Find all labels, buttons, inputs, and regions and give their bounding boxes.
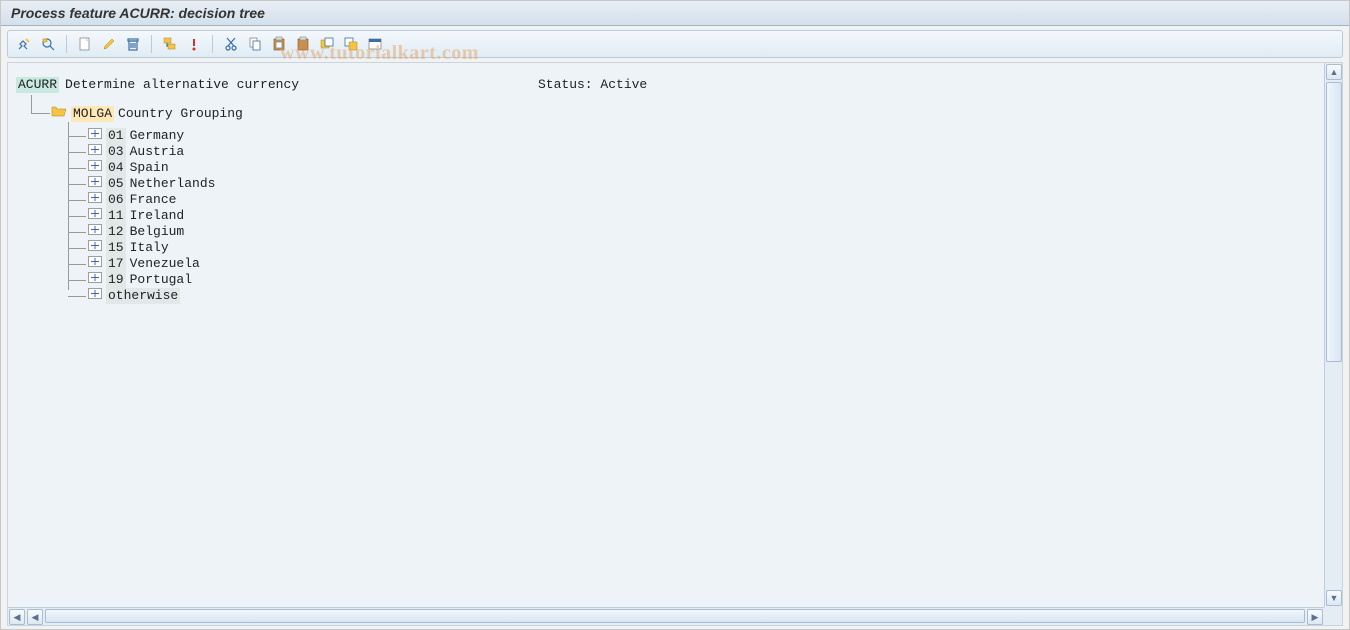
leaf-code: 03 bbox=[106, 144, 126, 160]
leaf-code: 19 bbox=[106, 272, 126, 288]
view-icon[interactable] bbox=[365, 34, 385, 54]
leaf-label: Belgium bbox=[130, 224, 185, 240]
tree-leaf[interactable]: 19Portugal bbox=[68, 272, 1316, 288]
folder-collapsed-icon bbox=[88, 272, 102, 288]
delete-icon[interactable] bbox=[123, 34, 143, 54]
folder-collapsed-icon bbox=[88, 176, 102, 192]
folder-collapsed-icon bbox=[88, 256, 102, 272]
scroll-up-icon[interactable]: ▲ bbox=[1326, 64, 1342, 80]
tree-leaf[interactable]: 03Austria bbox=[68, 144, 1316, 160]
leaf-code: 15 bbox=[106, 240, 126, 256]
clipboard-icon[interactable] bbox=[293, 34, 313, 54]
change-display-icon[interactable] bbox=[14, 34, 34, 54]
expand-subtree-icon[interactable] bbox=[160, 34, 180, 54]
vertical-scrollbar[interactable]: ▲ ▼ bbox=[1324, 63, 1342, 607]
scroll-thumb-h[interactable] bbox=[45, 609, 1305, 623]
tree-root[interactable]: ACURR Determine alternative currency bbox=[16, 77, 1316, 93]
tree-leaf[interactable]: 17Venezuela bbox=[68, 256, 1316, 272]
folder-collapsed-icon bbox=[88, 224, 102, 240]
collapse-icon[interactable] bbox=[184, 34, 204, 54]
folder-collapsed-icon bbox=[88, 288, 102, 304]
toolbar bbox=[7, 30, 1343, 58]
scroll-left-icon[interactable]: ◀ bbox=[9, 609, 25, 625]
folder-open-icon bbox=[51, 105, 67, 122]
leaf-code: 11 bbox=[106, 208, 126, 224]
copy-block-icon[interactable] bbox=[317, 34, 337, 54]
content-area: ACURR Determine alternative currency Sta… bbox=[7, 62, 1343, 626]
paste-icon[interactable] bbox=[269, 34, 289, 54]
feature-description: Determine alternative currency bbox=[65, 77, 299, 93]
tree-leaf[interactable]: otherwise bbox=[68, 288, 1316, 304]
leaf-label: Italy bbox=[130, 240, 169, 256]
tree-leaf[interactable]: 05Netherlands bbox=[68, 176, 1316, 192]
toolbar-separator bbox=[151, 35, 152, 53]
tree-leaf[interactable]: 01Germany bbox=[68, 128, 1316, 144]
copy-icon[interactable] bbox=[245, 34, 265, 54]
paste-block-icon[interactable] bbox=[341, 34, 361, 54]
leaf-code: otherwise bbox=[106, 288, 180, 304]
scroll-down-icon[interactable]: ▼ bbox=[1326, 590, 1342, 606]
leaf-label: Netherlands bbox=[130, 176, 216, 192]
tree-leaf[interactable]: 15Italy bbox=[68, 240, 1316, 256]
status-label: Status: bbox=[538, 77, 593, 92]
leaf-label: Ireland bbox=[130, 208, 185, 224]
leaf-label: Spain bbox=[130, 160, 169, 176]
toolbar-separator bbox=[66, 35, 67, 53]
folder-collapsed-icon bbox=[88, 240, 102, 256]
leaf-code: 04 bbox=[106, 160, 126, 176]
leaf-label: Germany bbox=[130, 128, 185, 144]
find-icon[interactable] bbox=[38, 34, 58, 54]
leaf-code: 17 bbox=[106, 256, 126, 272]
folder-collapsed-icon bbox=[88, 192, 102, 208]
tree-leaves: 01Germany03Austria04Spain05Netherlands06… bbox=[68, 128, 1316, 304]
leaf-code: 01 bbox=[106, 128, 126, 144]
leaf-code: 06 bbox=[106, 192, 126, 208]
leaf-label: Portugal bbox=[130, 272, 192, 288]
title-bar: Process feature ACURR: decision tree bbox=[1, 1, 1349, 26]
create-icon[interactable] bbox=[75, 34, 95, 54]
scroll-thumb[interactable] bbox=[1326, 82, 1342, 362]
status-value: Active bbox=[600, 77, 647, 92]
folder-collapsed-icon bbox=[88, 144, 102, 160]
leaf-label: France bbox=[130, 192, 177, 208]
toolbar-separator bbox=[212, 35, 213, 53]
tree-grouping-node[interactable]: MOLGA Country Grouping bbox=[31, 105, 1316, 122]
status: Status: Active bbox=[538, 77, 647, 93]
scroll-corner bbox=[1324, 607, 1342, 625]
tree-view: ACURR Determine alternative currency Sta… bbox=[8, 63, 1324, 607]
tree-leaf[interactable]: 12Belgium bbox=[68, 224, 1316, 240]
leaf-code: 12 bbox=[106, 224, 126, 240]
folder-collapsed-icon bbox=[88, 160, 102, 176]
grouping-description: Country Grouping bbox=[118, 106, 243, 122]
feature-code: ACURR bbox=[16, 77, 59, 93]
folder-collapsed-icon bbox=[88, 128, 102, 144]
scroll-right-icon[interactable]: ▶ bbox=[1307, 609, 1323, 625]
tree-leaf[interactable]: 06France bbox=[68, 192, 1316, 208]
page-title: Process feature ACURR: decision tree bbox=[11, 5, 265, 21]
leaf-label: Austria bbox=[130, 144, 185, 160]
folder-collapsed-icon bbox=[88, 208, 102, 224]
change-icon[interactable] bbox=[99, 34, 119, 54]
tree-leaf[interactable]: 11Ireland bbox=[68, 208, 1316, 224]
grouping-code: MOLGA bbox=[71, 106, 114, 122]
cut-icon[interactable] bbox=[221, 34, 241, 54]
scroll-left2-icon[interactable]: ◀ bbox=[27, 609, 43, 625]
tree-leaf[interactable]: 04Spain bbox=[68, 160, 1316, 176]
horizontal-scrollbar[interactable]: ◀ ◀ ▶ ▶ bbox=[8, 607, 1324, 625]
leaf-code: 05 bbox=[106, 176, 126, 192]
leaf-label: Venezuela bbox=[130, 256, 200, 272]
